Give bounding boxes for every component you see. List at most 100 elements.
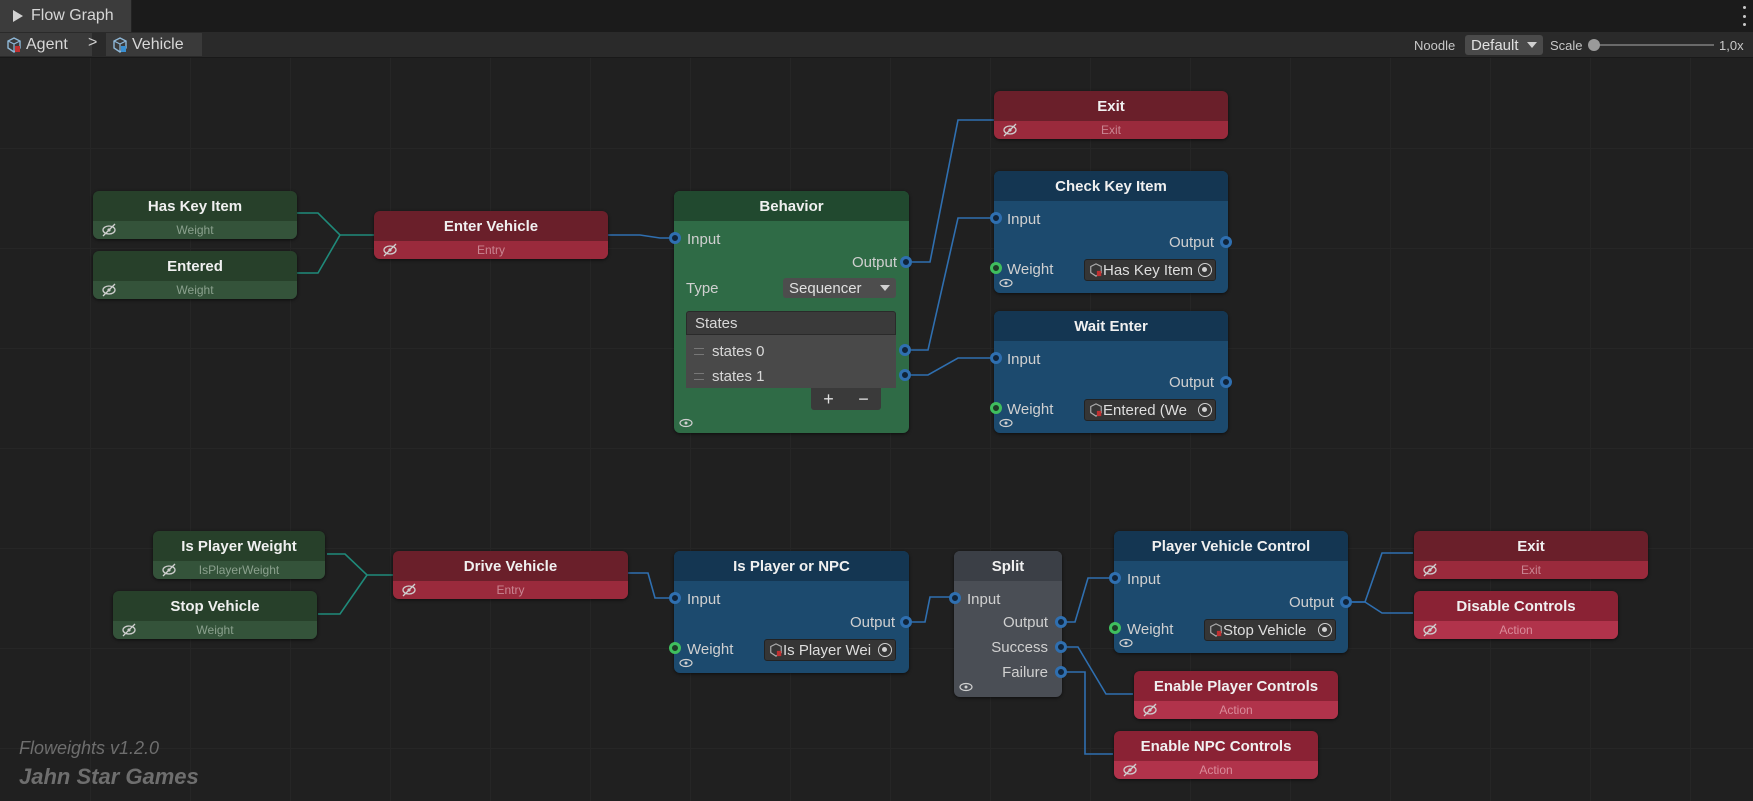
list-item[interactable]: states 0 (694, 343, 765, 360)
weight-object-field[interactable]: Stop Vehicle (1204, 619, 1336, 641)
noodle-label: Noodle (1414, 37, 1456, 53)
weight-object-field[interactable]: Is Player Wei (764, 639, 896, 661)
node-drive-vehicle[interactable]: Drive Vehicle Entry (393, 551, 628, 599)
tab-bar: Flow Graph (0, 0, 1753, 32)
eye-slash-icon[interactable] (401, 583, 417, 597)
eye-slash-icon[interactable] (1142, 703, 1158, 717)
input-port[interactable] (949, 592, 961, 604)
node-enable-player-controls[interactable]: Enable Player Controls Action (1134, 671, 1338, 719)
node-behavior[interactable]: Behavior Input Output Type Sequencer Sta… (674, 191, 909, 433)
cube-icon (1090, 403, 1102, 417)
node-stop-vehicle[interactable]: Stop Vehicle Weight (113, 591, 317, 639)
eye-icon[interactable] (1119, 638, 1133, 648)
eye-slash-icon[interactable] (101, 223, 117, 237)
node-exit-top[interactable]: Exit Exit (994, 91, 1228, 139)
input-port[interactable] (669, 592, 681, 604)
failure-port[interactable] (1055, 666, 1067, 678)
scale-slider-knob[interactable] (1588, 39, 1600, 51)
eye-slash-icon[interactable] (1422, 623, 1438, 637)
state-1-port[interactable] (899, 369, 911, 381)
node-wait-enter[interactable]: Wait Enter Input Output Weight Entered (… (994, 311, 1228, 433)
output-port[interactable] (1220, 236, 1232, 248)
eye-slash-icon[interactable] (382, 243, 398, 257)
node-title: Entered (93, 251, 297, 281)
node-title: Drive Vehicle (393, 551, 628, 581)
input-port[interactable] (990, 352, 1002, 364)
output-port[interactable] (900, 256, 912, 268)
weight-object-field[interactable]: Entered (We (1084, 399, 1216, 421)
states-list: states 0 states 1 (686, 335, 896, 388)
success-port[interactable] (1055, 641, 1067, 653)
eye-slash-icon[interactable] (1002, 123, 1018, 137)
states-footer: + − (811, 388, 881, 410)
node-has-key-item[interactable]: Has Key Item Weight (93, 191, 297, 239)
state-0-port[interactable] (899, 344, 911, 356)
caret-down-icon (1526, 42, 1537, 48)
node-split[interactable]: Split Input Output Success Failure (954, 551, 1062, 697)
eye-icon[interactable] (959, 682, 973, 692)
tab-flow-graph[interactable]: Flow Graph (0, 0, 132, 32)
company-label: Jahn Star Games (19, 764, 199, 789)
cube-icon (112, 36, 128, 53)
noodle-dropdown[interactable]: Default (1465, 35, 1543, 55)
scale-value: 1,0x (1719, 37, 1744, 53)
output-port[interactable] (1055, 616, 1067, 628)
output-port[interactable] (900, 616, 912, 628)
list-item[interactable]: states 1 (694, 368, 765, 385)
eye-icon[interactable] (679, 418, 693, 428)
weight-port[interactable] (990, 262, 1002, 274)
behavior-input-port[interactable] (669, 232, 681, 244)
eye-slash-icon[interactable] (101, 283, 117, 297)
weight-port[interactable] (1109, 622, 1121, 634)
weight-port[interactable] (990, 402, 1002, 414)
drag-handle-icon[interactable] (694, 373, 704, 380)
eye-icon[interactable] (999, 278, 1013, 288)
node-title: Behavior (674, 191, 909, 221)
node-title: Wait Enter (994, 311, 1228, 341)
object-picker-icon[interactable] (1198, 403, 1212, 417)
more-menu-icon[interactable] (1741, 6, 1747, 26)
node-title: Disable Controls (1414, 591, 1618, 621)
add-state-button[interactable]: + (823, 389, 834, 410)
node-title: Stop Vehicle (113, 591, 317, 621)
node-enter-vehicle[interactable]: Enter Vehicle Entry (374, 211, 608, 259)
drag-handle-icon[interactable] (694, 348, 704, 355)
scale-label: Scale (1550, 37, 1583, 53)
cube-icon (770, 643, 782, 657)
node-title: Player Vehicle Control (1114, 531, 1348, 561)
remove-state-button[interactable]: − (858, 389, 869, 410)
node-exit-bottom[interactable]: Exit Exit (1414, 531, 1648, 579)
node-title: Check Key Item (994, 171, 1228, 201)
breadcrumb-agent[interactable]: Agent (0, 33, 93, 56)
object-picker-icon[interactable] (1198, 263, 1212, 277)
weight-object-field[interactable]: Has Key Item (1084, 259, 1216, 281)
object-picker-icon[interactable] (878, 643, 892, 657)
node-is-player-or-npc[interactable]: Is Player or NPC Input Output Weight Is … (674, 551, 909, 673)
eye-icon[interactable] (679, 658, 693, 668)
cube-icon (1210, 623, 1222, 637)
states-header: States (686, 311, 896, 335)
toolbar: Agent > Vehicle Noodle Default Scale 1,0… (0, 32, 1753, 58)
node-title: Enable Player Controls (1134, 671, 1338, 701)
eye-icon[interactable] (999, 418, 1013, 428)
breadcrumb-vehicle[interactable]: Vehicle (106, 33, 203, 56)
output-port[interactable] (1340, 596, 1352, 608)
output-port[interactable] (1220, 376, 1232, 388)
node-is-player-weight[interactable]: Is Player Weight IsPlayerWeight (153, 531, 325, 579)
weight-port[interactable] (669, 642, 681, 654)
node-player-vehicle-control[interactable]: Player Vehicle Control Input Output Weig… (1114, 531, 1348, 653)
scale-slider-track[interactable] (1594, 44, 1714, 46)
node-enable-npc-controls[interactable]: Enable NPC Controls Action (1114, 731, 1318, 779)
type-dropdown[interactable]: Sequencer (783, 278, 896, 298)
input-port[interactable] (1109, 572, 1121, 584)
cube-icon (6, 36, 22, 53)
node-entered[interactable]: Entered Weight (93, 251, 297, 299)
input-port[interactable] (990, 212, 1002, 224)
eye-slash-icon[interactable] (1422, 563, 1438, 577)
node-check-key-item[interactable]: Check Key Item Input Output Weight Has K… (994, 171, 1228, 293)
object-picker-icon[interactable] (1318, 623, 1332, 637)
eye-slash-icon[interactable] (121, 623, 137, 637)
eye-slash-icon[interactable] (161, 563, 177, 577)
node-disable-controls[interactable]: Disable Controls Action (1414, 591, 1618, 639)
eye-slash-icon[interactable] (1122, 763, 1138, 777)
